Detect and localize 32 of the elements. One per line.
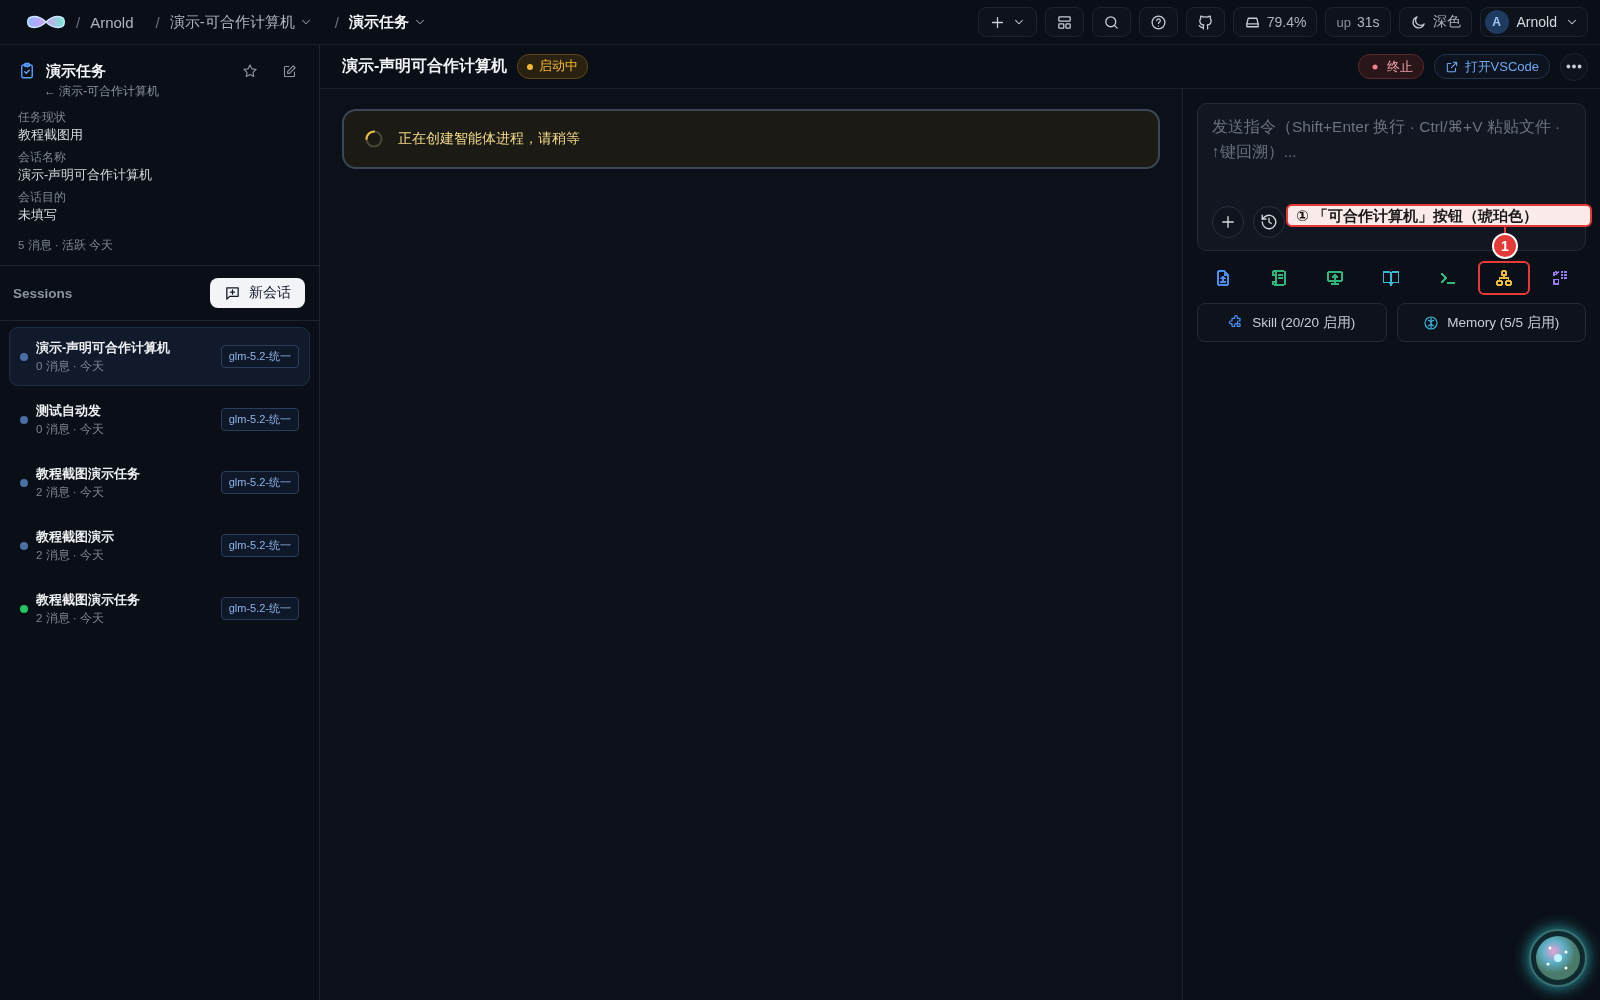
breadcrumb-separator: / bbox=[155, 13, 160, 31]
field-label: 任务现状 bbox=[18, 110, 67, 125]
field-value: 未填写 bbox=[18, 207, 58, 224]
session-name: 演示-声明可合作计算机 bbox=[36, 339, 172, 357]
annotation-tooltip: ① 「可合作计算机」按钮（琥珀色） bbox=[1286, 204, 1592, 227]
session-meta: 0 消息 · 今天 bbox=[36, 358, 105, 374]
field-label: 会话目的 bbox=[18, 190, 67, 205]
session-meta: 0 消息 · 今天 bbox=[36, 421, 105, 437]
task-meta: 5 消息 · 活跃 今天 bbox=[18, 238, 114, 253]
session-name: 教程截图演示 bbox=[36, 528, 115, 546]
section-title: Sessions bbox=[13, 285, 73, 301]
session-name: 教程截图演示任务 bbox=[36, 465, 141, 483]
avatar: A bbox=[1484, 10, 1509, 34]
model-tag: glm-5.2-统一 bbox=[220, 408, 299, 431]
breadcrumb-separator: / bbox=[76, 13, 81, 31]
session-name: 教程截图演示任务 bbox=[36, 591, 141, 609]
loading-notice: 正在创建智能体进程，请稍等 bbox=[342, 109, 1160, 169]
task-title: 演示任务 bbox=[46, 61, 106, 81]
model-tag: glm-5.2-统一 bbox=[220, 597, 299, 620]
status-badge: 启动中 bbox=[517, 54, 589, 79]
session-meta: 2 消息 · 今天 bbox=[36, 610, 105, 626]
session-title: 演示-声明可合作计算机 bbox=[342, 56, 508, 76]
session-meta: 2 消息 · 今天 bbox=[36, 547, 105, 563]
field-value: 教程截图用 bbox=[18, 127, 84, 144]
model-tag: glm-5.2-统一 bbox=[220, 534, 299, 557]
session-meta: 2 消息 · 今天 bbox=[36, 484, 105, 500]
session-name: 测试自动发 bbox=[36, 402, 102, 420]
field-label: 会话名称 bbox=[18, 150, 67, 165]
model-tag: glm-5.2-统一 bbox=[220, 471, 299, 494]
breadcrumb-separator: / bbox=[334, 13, 339, 31]
model-tag: glm-5.2-统一 bbox=[220, 345, 299, 368]
field-value: 演示-声明可合作计算机 bbox=[18, 167, 154, 184]
